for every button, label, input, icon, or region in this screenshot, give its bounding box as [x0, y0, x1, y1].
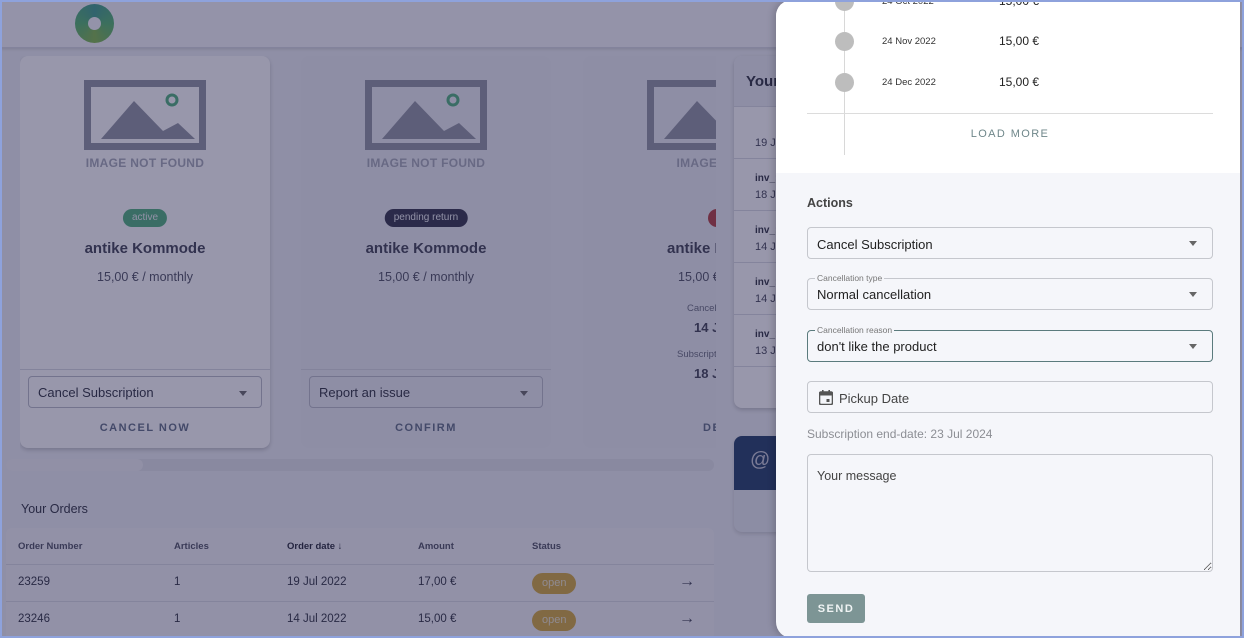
cancellation-reason-label: Cancellation reason	[815, 325, 895, 335]
load-more-button[interactable]: LOAD MORE	[776, 128, 1240, 140]
timeline-item: 24 Oct 2022 15,00 €	[776, 0, 1240, 16]
payment-amount: 15,00 €	[999, 34, 1040, 48]
history-divider	[807, 113, 1213, 114]
action-select[interactable]: Cancel Subscription	[807, 227, 1213, 259]
payment-date: 24 Oct 2022	[882, 0, 934, 7]
timeline-item: 24 Nov 2022 15,00 €	[776, 32, 1240, 56]
cancellation-type-label: Cancellation type	[815, 273, 885, 283]
cancellation-reason-select[interactable]: Cancellation reason don't like the produ…	[807, 325, 1213, 362]
pickup-date-placeholder: Pickup Date	[839, 391, 910, 406]
subscription-end-date: Subscription end-date: 23 Jul 2024	[807, 427, 993, 441]
subscription-drawer: 24 Oct 2022 15,00 € 24 Nov 2022 15,00 € …	[776, 0, 1240, 638]
chevron-down-icon	[1189, 292, 1197, 297]
payment-amount: 15,00 €	[999, 75, 1040, 89]
timeline-dot-icon	[835, 32, 854, 51]
cancellation-type-select[interactable]: Cancellation type Normal cancellation	[807, 273, 1213, 310]
payment-date: 24 Nov 2022	[882, 36, 936, 47]
send-button[interactable]: SEND	[807, 594, 865, 623]
cancellation-type-value: Normal cancellation	[817, 287, 932, 302]
chevron-down-icon	[1189, 241, 1197, 246]
payment-history: 24 Oct 2022 15,00 € 24 Nov 2022 15,00 € …	[776, 0, 1240, 173]
chevron-down-icon	[1189, 344, 1197, 349]
message-textarea[interactable]	[807, 454, 1213, 572]
payment-amount: 15,00 €	[999, 0, 1040, 8]
timeline-dot-icon	[835, 73, 854, 92]
timeline-item: 24 Dec 2022 15,00 €	[776, 73, 1240, 97]
actions-title: Actions	[807, 196, 853, 210]
timeline-dot-icon	[835, 0, 854, 11]
cancellation-reason-value: don't like the product	[817, 339, 937, 354]
pickup-date-input[interactable]: Pickup Date	[807, 381, 1213, 413]
payment-date: 24 Dec 2022	[882, 77, 936, 88]
action-select-value: Cancel Subscription	[817, 237, 933, 252]
calendar-icon	[819, 390, 833, 405]
